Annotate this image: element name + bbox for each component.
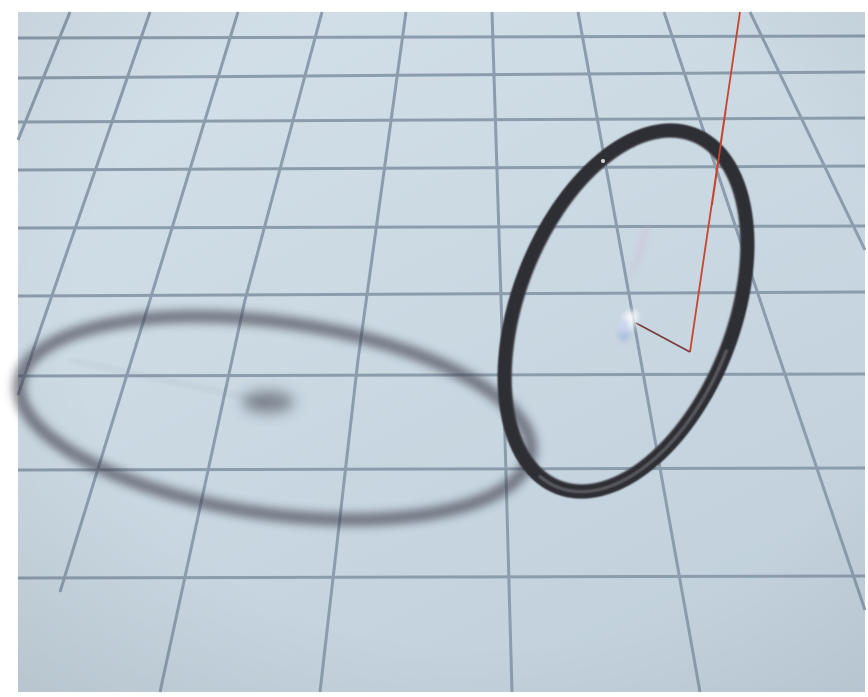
photo-scene	[0, 0, 868, 697]
vignette	[18, 12, 865, 692]
